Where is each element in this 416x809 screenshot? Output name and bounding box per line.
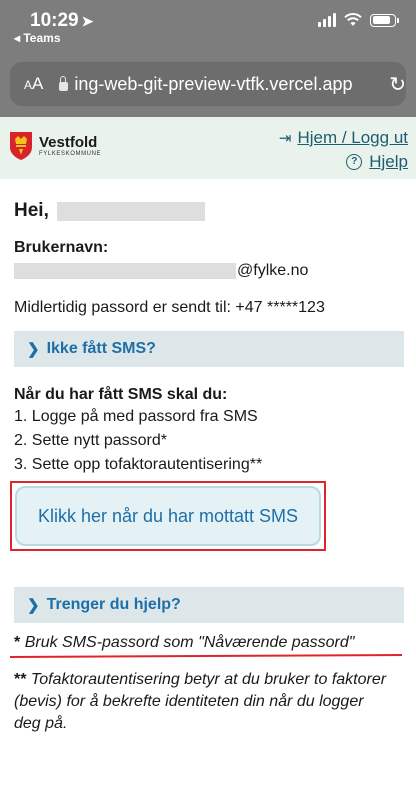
no-sms-accordion[interactable]: ❯ Ikke fått SMS?	[14, 331, 404, 367]
wifi-icon	[344, 13, 362, 26]
logout-icon: ⇥	[278, 130, 292, 147]
chevron-right-icon: ❯	[27, 597, 40, 614]
greeting: Hei,	[14, 200, 205, 222]
chevron-right-icon: ❯	[27, 341, 40, 358]
coat-of-arms-icon	[10, 132, 32, 160]
username-value: @fylke.no	[14, 262, 308, 280]
username-suffix: @fylke.no	[237, 262, 309, 279]
home-logout-link[interactable]: ⇥ Hjem / Logg ut	[279, 128, 408, 148]
site-header: Vestfold FYLKESKOMMUNE ⇥ Hjem / Logg ut …	[0, 117, 416, 179]
help-icon: ?	[346, 154, 363, 170]
footnote-2fa: ** Tofaktorautentisering betyr at du bru…	[14, 671, 387, 732]
sms-received-button[interactable]: Klikk her når du har mottatt SMS	[15, 486, 321, 546]
address-bar[interactable]: AA ing-web-git-preview-vtfk.vercel.app ↻	[10, 62, 406, 106]
home-logout-label: Hjem / Logg ut	[297, 128, 408, 147]
logo-name: Vestfold	[39, 134, 98, 151]
help-link[interactable]: ? Hjelp	[279, 152, 408, 172]
annotation-underline	[9, 653, 403, 659]
battery-icon	[370, 13, 399, 27]
highlight-box: Klikk her når du har mottatt SMS	[10, 481, 326, 551]
reload-icon[interactable]: ↻	[389, 72, 406, 97]
cellular-signal-icon	[318, 13, 336, 27]
steps-title: Når du har fått SMS skal du:	[14, 386, 228, 403]
status-time: 10:29 ➤	[30, 10, 94, 31]
logo[interactable]: Vestfold FYLKESKOMMUNE	[9, 131, 101, 161]
step-item: 2. Sette nytt passord*	[14, 432, 167, 449]
steps-list: 1. Logge på med passord fra SMS 2. Sette…	[14, 405, 262, 477]
redacted-username	[14, 263, 236, 279]
step-item: 1. Logge på med passord fra SMS	[14, 408, 258, 425]
back-to-app-link[interactable]: ◂ Teams	[14, 31, 61, 45]
help-label: Hjelp	[369, 152, 408, 171]
footnote-sms-password: * Bruk SMS-passord som "Nåværende passor…	[14, 634, 355, 651]
step-item: 3. Sette opp tofaktorautentisering**	[14, 456, 263, 473]
text-size-button[interactable]: AA	[24, 74, 53, 94]
redacted-name	[56, 201, 205, 221]
logo-subtitle: FYLKESKOMMUNE	[39, 151, 102, 157]
need-help-label: Trenger du hjelp?	[46, 596, 181, 613]
greeting-text: Hei,	[14, 200, 49, 221]
status-icons	[318, 13, 399, 27]
browser-chrome: 10:29 ➤ ◂ Teams AA ing-web-git-preview-vt…	[0, 0, 416, 117]
lock-icon	[58, 75, 69, 91]
username-label: Brukernavn:	[14, 239, 109, 256]
location-arrow-icon: ➤	[81, 13, 94, 29]
temp-password-info: Midlertidig passord er sendt til: +47 **…	[14, 299, 325, 316]
no-sms-label: Ikke fått SMS?	[46, 340, 156, 357]
url-text[interactable]: ing-web-git-preview-vtfk.vercel.app	[74, 74, 383, 95]
need-help-accordion[interactable]: ❯ Trenger du hjelp?	[14, 587, 404, 623]
